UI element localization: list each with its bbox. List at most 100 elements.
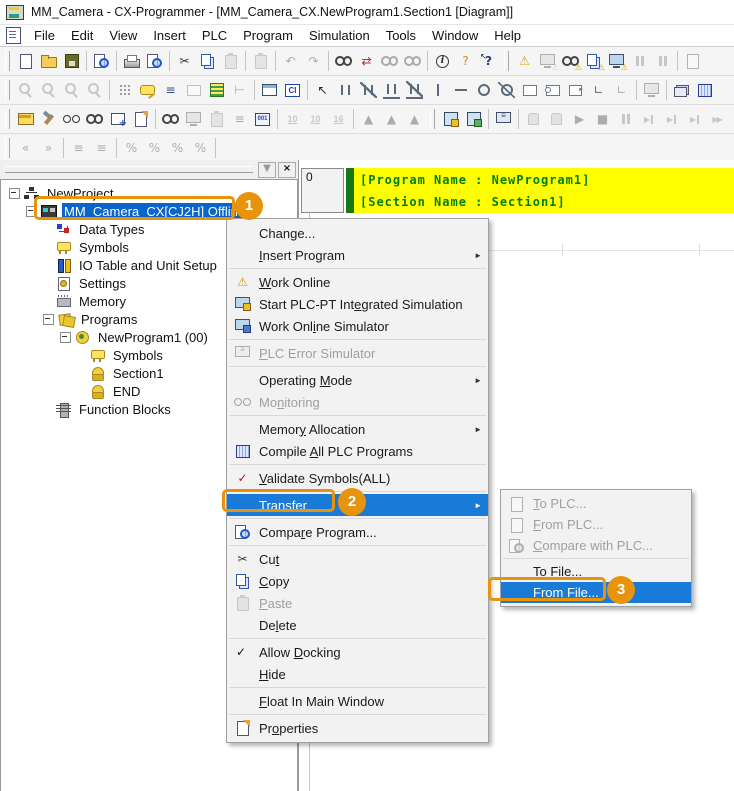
- menuitem-monitoring[interactable]: Monitoring: [227, 391, 488, 413]
- menuitem-compile-all-plc-programs[interactable]: Compile All PLC Programs: [227, 440, 488, 462]
- differential-monitor-3-button[interactable]: %: [166, 137, 189, 159]
- differential-monitor-2-button[interactable]: %: [143, 137, 166, 159]
- window-monitor-button[interactable]: [640, 79, 663, 101]
- build-options-button[interactable]: [37, 108, 60, 130]
- menuitem-delete[interactable]: Delete: [227, 614, 488, 636]
- menu-help[interactable]: Help: [486, 26, 529, 46]
- menuitem-properties[interactable]: Properties: [227, 717, 488, 739]
- print-button[interactable]: [120, 50, 143, 72]
- find-online-button[interactable]: ⚠: [559, 50, 582, 72]
- menuitem-work-online[interactable]: ⚠Work Online: [227, 271, 488, 293]
- menuitem-from-plc[interactable]: From PLC...: [501, 514, 691, 535]
- toolbar-grip[interactable]: [504, 51, 509, 71]
- replace-to-b-button[interactable]: [401, 50, 424, 72]
- menuitem-work-online-simulator[interactable]: Work Online Simulator: [227, 315, 488, 337]
- stop-mode-button[interactable]: ■: [591, 108, 614, 130]
- show-comments-button[interactable]: [136, 79, 159, 101]
- copy-button[interactable]: [196, 50, 219, 72]
- menuitem-insert-program[interactable]: Insert Program►: [227, 244, 488, 266]
- view-properties-button[interactable]: [129, 108, 152, 130]
- menu-simulation[interactable]: Simulation: [301, 26, 378, 46]
- document-window-icon[interactable]: [6, 27, 21, 44]
- panel-grip[interactable]: [5, 166, 253, 173]
- output-window-button[interactable]: ≡: [228, 108, 251, 130]
- menuitem-compare-with-plc[interactable]: Compare with PLC...: [501, 535, 691, 556]
- monitor-mode-button[interactable]: [545, 108, 568, 130]
- menu-view[interactable]: View: [101, 26, 145, 46]
- next-reference-button[interactable]: »: [37, 137, 60, 159]
- expand-box-icon[interactable]: [43, 314, 54, 325]
- radix-hex-button[interactable]: [327, 108, 350, 130]
- menuitem-validate-symbols[interactable]: ✓Validate Symbols(ALL): [227, 467, 488, 489]
- show-io-comments-button[interactable]: [182, 79, 205, 101]
- continuous-step-button[interactable]: [706, 108, 729, 130]
- new-horizontal-button[interactable]: [449, 79, 472, 101]
- rung-comment-block[interactable]: [Program Name : NewProgram1] [Section Na…: [346, 168, 734, 213]
- redo-button[interactable]: ↷: [302, 50, 325, 72]
- go-to-rung-button[interactable]: ≡: [90, 137, 113, 159]
- help-button[interactable]: ?: [454, 50, 477, 72]
- new-or-closed-contact-button[interactable]: [403, 79, 426, 101]
- new-instruction-button[interactable]: [518, 79, 541, 101]
- rung-number-cell[interactable]: 0: [301, 168, 344, 213]
- force-cancel-button[interactable]: ▲: [403, 108, 426, 130]
- force-off-button[interactable]: ▲: [380, 108, 403, 130]
- new-function-block-button[interactable]: [564, 79, 587, 101]
- monitoring-toolbar-button[interactable]: ⚠: [536, 50, 559, 72]
- zoom-tool-button[interactable]: [14, 79, 37, 101]
- menuitem-to-plc[interactable]: To PLC...: [501, 493, 691, 514]
- step-out-button[interactable]: [683, 108, 706, 130]
- force-on-button[interactable]: ▲: [357, 108, 380, 130]
- find-in-windows-button[interactable]: [83, 108, 106, 130]
- menuitem-allow-docking[interactable]: ✓Allow Docking: [227, 641, 488, 663]
- view-mnemonics-button[interactable]: [258, 79, 281, 101]
- chevron-down-icon[interactable]: ▼: [258, 162, 276, 178]
- delete-elbow-button[interactable]: ∟: [610, 79, 633, 101]
- toolbar-grip[interactable]: [5, 51, 10, 71]
- print-preview-button[interactable]: [143, 50, 166, 72]
- new-file-button[interactable]: [14, 50, 37, 72]
- menuitem-compare-program[interactable]: Compare Program...: [227, 521, 488, 543]
- menuitem-float-in-main-window[interactable]: Float In Main Window: [227, 690, 488, 712]
- expand-box-icon[interactable]: [60, 332, 71, 343]
- menu-insert[interactable]: Insert: [145, 26, 194, 46]
- rung-wrap-button[interactable]: [205, 79, 228, 101]
- work-online-mode-button[interactable]: [522, 108, 545, 130]
- radix-signed-decimal-button[interactable]: [304, 108, 327, 130]
- close-icon[interactable]: ×: [278, 162, 296, 178]
- show-rung-annotations-button[interactable]: ≡: [159, 79, 182, 101]
- new-elbow-button[interactable]: ∟: [587, 79, 610, 101]
- paste-button[interactable]: [219, 50, 242, 72]
- show-windows-button[interactable]: [14, 108, 37, 130]
- step-run-button[interactable]: [637, 108, 660, 130]
- paste-special-button[interactable]: [249, 50, 272, 72]
- new-or-contact-button[interactable]: [380, 79, 403, 101]
- previous-reference-button[interactable]: «: [14, 137, 37, 159]
- work-online-toolbar-button[interactable]: ⚠: [513, 50, 536, 72]
- show-layers-button[interactable]: [670, 79, 693, 101]
- replace-in-project-button[interactable]: [378, 50, 401, 72]
- new-contact-button[interactable]: [334, 79, 357, 101]
- menu-plc[interactable]: PLC: [194, 26, 235, 46]
- menuitem-change[interactable]: Change...: [227, 222, 488, 244]
- differential-monitor-4-button[interactable]: %: [189, 137, 212, 159]
- show-grid-button[interactable]: [113, 79, 136, 101]
- new-closed-coil-button[interactable]: [495, 79, 518, 101]
- toolbar-grip[interactable]: [430, 109, 435, 129]
- toolbar-grip[interactable]: [5, 109, 10, 129]
- show-program-tree-button[interactable]: ⊢: [228, 79, 251, 101]
- undo-button[interactable]: ↶: [279, 50, 302, 72]
- search-address-button[interactable]: [159, 108, 182, 130]
- select-mode-button[interactable]: ↖: [311, 79, 334, 101]
- menuitem-memory-allocation[interactable]: Memory Allocation►: [227, 418, 488, 440]
- run-mode-button[interactable]: ▶: [568, 108, 591, 130]
- menuitem-copy[interactable]: Copy: [227, 570, 488, 592]
- download-to-plc-button[interactable]: [439, 108, 462, 130]
- new-closed-contact-button[interactable]: [357, 79, 380, 101]
- compile-program-button[interactable]: [693, 79, 716, 101]
- find-report-button[interactable]: [90, 50, 113, 72]
- differential-monitor-1-button[interactable]: %: [120, 137, 143, 159]
- step-in-button[interactable]: [660, 108, 683, 130]
- save-button[interactable]: [60, 50, 83, 72]
- zoom-out-button[interactable]: [37, 79, 60, 101]
